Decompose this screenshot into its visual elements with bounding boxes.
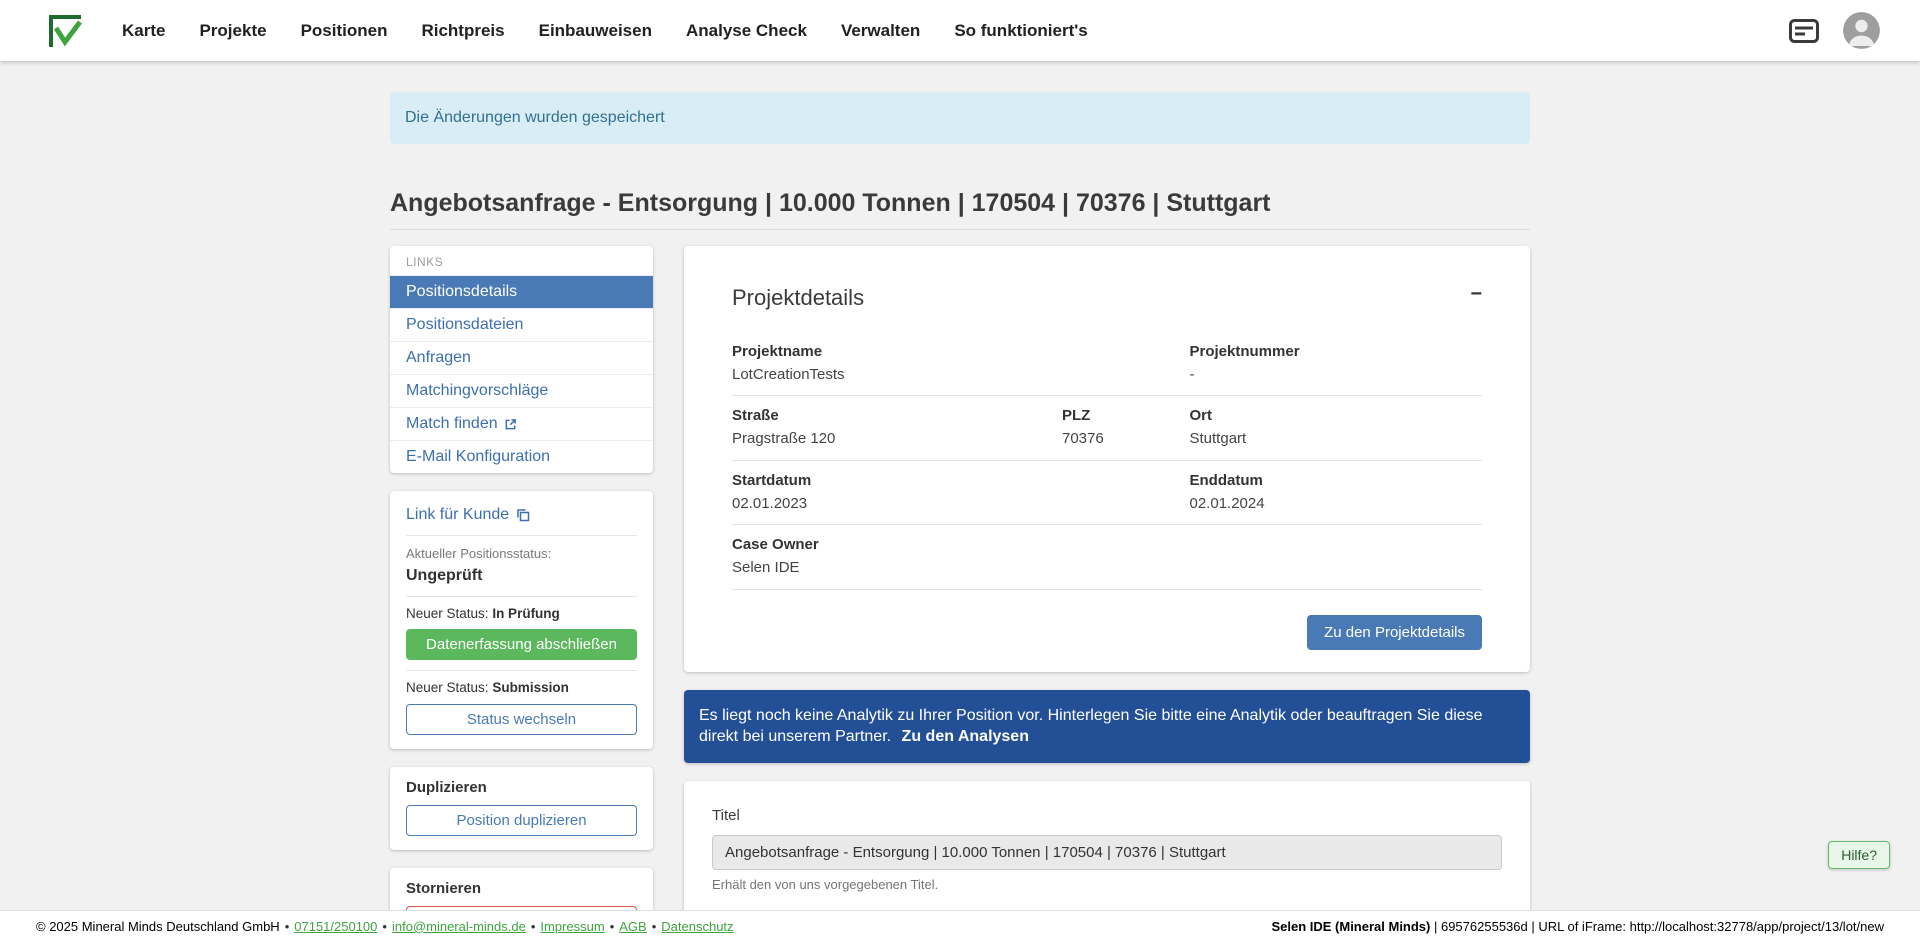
current-status-value: Ungeprüft — [406, 566, 637, 597]
footer-session-info: | 69576255536d | URL of iFrame: http://l… — [1430, 919, 1884, 934]
navbar-right — [1789, 12, 1880, 49]
sidebar-item-anfragen[interactable]: Anfragen — [390, 341, 653, 374]
sidebar-item-matchingvorschlaege[interactable]: Matchingvorschläge — [390, 374, 653, 407]
copyright-text: © 2025 Mineral Minds Deutschland GmbH — [36, 919, 280, 935]
field-enddatum: Enddatum 02.01.2024 — [1190, 472, 1483, 514]
links-header: LINKS — [390, 246, 653, 275]
footer-agb-link[interactable]: AGB — [619, 919, 646, 935]
new-status-label: Neuer Status: — [406, 606, 489, 621]
sidebar-item-positionsdateien[interactable]: Positionsdateien — [390, 308, 653, 341]
titel-input — [712, 835, 1502, 870]
nav-item-positionen[interactable]: Positionen — [301, 20, 388, 41]
sidebar-item-email-konfiguration[interactable]: E-Mail Konfiguration — [390, 440, 653, 473]
nav-item-richtpreis[interactable]: Richtpreis — [421, 20, 504, 41]
go-to-project-details-button[interactable]: Zu den Projektdetails — [1307, 615, 1482, 650]
field-startdatum: Startdatum 02.01.2023 — [732, 472, 1190, 514]
nav-item-karte[interactable]: Karte — [122, 20, 165, 41]
project-details-card: Projektdetails − Projektname LotCreation… — [684, 246, 1530, 672]
footer-phone-link[interactable]: 07151/250100 — [294, 919, 377, 935]
new-status-line-2: Neuer Status: Submission — [406, 680, 637, 697]
customer-link[interactable]: Link für Kunde — [406, 505, 637, 536]
duplicate-card: Duplizieren Position duplizieren — [390, 767, 653, 850]
field-case-owner: Case Owner Selen IDE — [732, 536, 1482, 578]
cancel-card-title: Stornieren — [406, 880, 637, 899]
project-details-title: Projektdetails — [732, 284, 864, 312]
footer-separator: • — [610, 919, 615, 935]
go-to-analyses-link[interactable]: Zu den Analysen — [902, 728, 1029, 745]
complete-data-entry-button[interactable]: Datenerfassung abschließen — [406, 629, 637, 660]
duplicate-card-title: Duplizieren — [406, 779, 637, 798]
sidebar-item-match-finden[interactable]: Match finden — [390, 407, 653, 440]
analytics-banner-text: Es liegt noch keine Analytik zu Ihrer Po… — [699, 707, 1483, 746]
footer-right: Selen IDE (Mineral Minds) | 69576255536d… — [1271, 919, 1884, 935]
project-row: Straße Pragstraße 120 PLZ 70376 Ort Stut… — [732, 396, 1482, 461]
footer-email-link[interactable]: info@mineral-minds.de — [392, 919, 526, 935]
footer-separator: • — [382, 919, 387, 935]
collapse-icon[interactable]: − — [1470, 284, 1482, 304]
sidebar-links-card: LINKS Positionsdetails Positionsdateien … — [390, 246, 653, 473]
title-divider — [390, 229, 1530, 230]
page-content: Die Änderungen wurden gespeichert Angebo… — [0, 61, 1920, 911]
customer-link-label: Link für Kunde — [406, 505, 509, 525]
footer-separator: • — [285, 919, 290, 935]
status-card: Link für Kunde Aktueller Positionsstatus… — [390, 491, 653, 749]
field-projektnummer: Projektnummer - — [1190, 343, 1483, 385]
field-plz: PLZ 70376 — [1062, 407, 1190, 449]
current-status-label: Aktueller Positionsstatus: — [406, 546, 637, 562]
top-navbar: Karte Projekte Positionen Richtpreis Ein… — [0, 0, 1920, 61]
main-column: Projektdetails − Projektname LotCreation… — [684, 246, 1530, 911]
page-title: Angebotsanfrage - Entsorgung | 10.000 To… — [390, 188, 1530, 219]
nav-item-einbauweisen[interactable]: Einbauweisen — [539, 20, 652, 41]
user-avatar-icon[interactable] — [1843, 12, 1880, 49]
titel-label: Titel — [712, 807, 1502, 826]
footer-left: © 2025 Mineral Minds Deutschland GmbH • … — [36, 919, 734, 935]
external-link-icon — [504, 418, 517, 431]
position-form-card: Titel Erhält den von uns vorgegebenen Ti… — [684, 781, 1530, 911]
nav-item-analyse-check[interactable]: Analyse Check — [686, 20, 807, 41]
field-strasse: Straße Pragstraße 120 — [732, 407, 1062, 449]
sidebar: LINKS Positionsdetails Positionsdateien … — [390, 246, 653, 911]
cancel-card: Stornieren Stornieren — [390, 868, 653, 911]
sidebar-item-positionsdetails[interactable]: Positionsdetails — [390, 275, 653, 308]
new-status-label: Neuer Status: — [406, 680, 489, 695]
field-projektname: Projektname LotCreationTests — [732, 343, 1190, 385]
project-row: Startdatum 02.01.2023 Enddatum 02.01.202… — [732, 461, 1482, 526]
help-button[interactable]: Hilfe? — [1828, 841, 1890, 869]
divider — [406, 670, 637, 671]
nav-item-projekte[interactable]: Projekte — [199, 20, 266, 41]
field-ort: Ort Stuttgart — [1190, 407, 1483, 449]
footer-separator: • — [652, 919, 657, 935]
logo-icon — [48, 14, 82, 48]
switch-status-button[interactable]: Status wechseln — [406, 704, 637, 735]
new-status-line-1: Neuer Status: In Prüfung — [406, 606, 637, 623]
footer-user: Selen IDE (Mineral Minds) — [1271, 919, 1430, 934]
titel-helper: Erhält den von uns vorgegebenen Titel. — [712, 877, 1502, 893]
nav-item-so-funktionierts[interactable]: So funktioniert's — [954, 20, 1087, 41]
footer-impressum-link[interactable]: Impressum — [540, 919, 604, 935]
copy-icon — [516, 508, 530, 522]
analytics-banner: Es liegt noch keine Analytik zu Ihrer Po… — [684, 690, 1530, 763]
main-nav: Karte Projekte Positionen Richtpreis Ein… — [122, 20, 1789, 41]
new-status-value: In Prüfung — [492, 606, 560, 621]
sidebar-item-label: Match finden — [406, 414, 498, 434]
nav-item-verwalten[interactable]: Verwalten — [841, 20, 920, 41]
footer-datenschutz-link[interactable]: Datenschutz — [661, 919, 733, 935]
success-alert: Die Änderungen wurden gespeichert — [390, 92, 1530, 144]
footer-separator: • — [531, 919, 536, 935]
duplicate-position-button[interactable]: Position duplizieren — [406, 805, 637, 836]
project-row: Projektname LotCreationTests Projektnumm… — [732, 332, 1482, 397]
project-row: Case Owner Selen IDE — [732, 525, 1482, 590]
mineral-minds-logo — [48, 14, 82, 48]
footer: © 2025 Mineral Minds Deutschland GmbH • … — [0, 910, 1920, 943]
device-icon[interactable] — [1789, 19, 1819, 43]
new-status-value: Submission — [492, 680, 569, 695]
